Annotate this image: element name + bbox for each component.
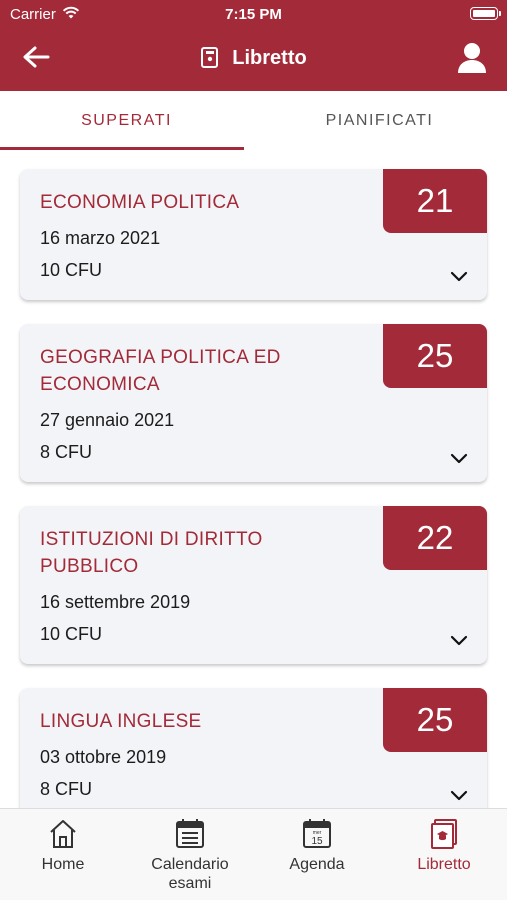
exam-date: 16 marzo 2021: [40, 228, 161, 248]
home-icon: [50, 820, 76, 848]
exam-name: ECONOMIA POLITICA: [40, 192, 240, 213]
exam-card[interactable]: GEOGRAFIA POLITICA ED ECONOMICA 25 27 ge…: [20, 324, 487, 482]
nav-calendario-label: Calendario esami: [151, 856, 229, 892]
nav-home-label: Home: [41, 856, 85, 873]
calendar-icon: [176, 819, 204, 848]
segmented-tabs: SUPERATI PIANIFICATI: [0, 91, 507, 151]
battery-icon: [470, 7, 501, 20]
exam-grade: 25: [383, 688, 487, 752]
status-bar: Carrier 7:15 PM: [0, 0, 507, 28]
nav-agenda-label: Agenda: [289, 856, 345, 873]
agenda-icon-date: 15: [311, 836, 323, 847]
exam-name: ISTITUZIONI DI DIRITTO PUBBLICO: [40, 529, 263, 577]
agenda-icon: mer 15: [303, 819, 331, 848]
page-title: Libretto: [232, 46, 307, 69]
exam-date: 27 gennaio 2021: [40, 410, 175, 430]
exam-card[interactable]: ISTITUZIONI DI DIRITTO PUBBLICO 22 16 se…: [20, 506, 487, 664]
bottom-tab-bar: Home Calendario esami mer 15 Agenda Libr…: [0, 808, 507, 900]
exam-cfu: 8 CFU: [40, 442, 93, 462]
nav-libretto-label: Libretto: [417, 856, 471, 873]
active-tab-indicator: [0, 147, 244, 150]
tab-pianificati[interactable]: PIANIFICATI: [253, 91, 506, 151]
chevron-down-icon[interactable]: [450, 271, 468, 283]
libretto-icon: [431, 819, 457, 849]
chevron-down-icon[interactable]: [450, 790, 468, 802]
exam-card[interactable]: LINGUA INGLESE 25 03 ottobre 2019 8 CFU: [20, 688, 487, 808]
status-time: 7:15 PM: [225, 6, 282, 23]
exam-grade: 21: [383, 169, 487, 233]
exam-name: GEOGRAFIA POLITICA ED ECONOMICA: [40, 347, 281, 395]
exam-name: LINGUA INGLESE: [40, 711, 202, 732]
exam-cfu: 8 CFU: [40, 779, 93, 799]
top-bar: Carrier 7:15 PM Libretto: [0, 0, 507, 91]
tab-superati[interactable]: SUPERATI: [0, 91, 253, 151]
user-icon[interactable]: [457, 42, 487, 74]
header-title-group: Libretto: [0, 44, 507, 72]
exam-grade: 25: [383, 324, 487, 388]
exam-card[interactable]: ECONOMIA POLITICA 21 16 marzo 2021 10 CF…: [20, 169, 487, 300]
nav-calendario-esami[interactable]: Calendario esami: [127, 809, 253, 900]
chevron-down-icon[interactable]: [450, 453, 468, 465]
nav-agenda[interactable]: mer 15 Agenda: [254, 809, 380, 900]
exam-date: 16 settembre 2019: [40, 592, 191, 612]
exam-cfu: 10 CFU: [40, 624, 103, 644]
chevron-down-icon[interactable]: [450, 635, 468, 647]
nav-libretto[interactable]: Libretto: [381, 809, 507, 900]
exam-list[interactable]: ECONOMIA POLITICA 21 16 marzo 2021 10 CF…: [0, 151, 507, 808]
exam-grade: 22: [383, 506, 487, 570]
book-icon: [201, 47, 219, 68]
exam-date: 03 ottobre 2019: [40, 747, 167, 767]
nav-home[interactable]: Home: [0, 809, 126, 900]
exam-cfu: 10 CFU: [40, 260, 103, 280]
